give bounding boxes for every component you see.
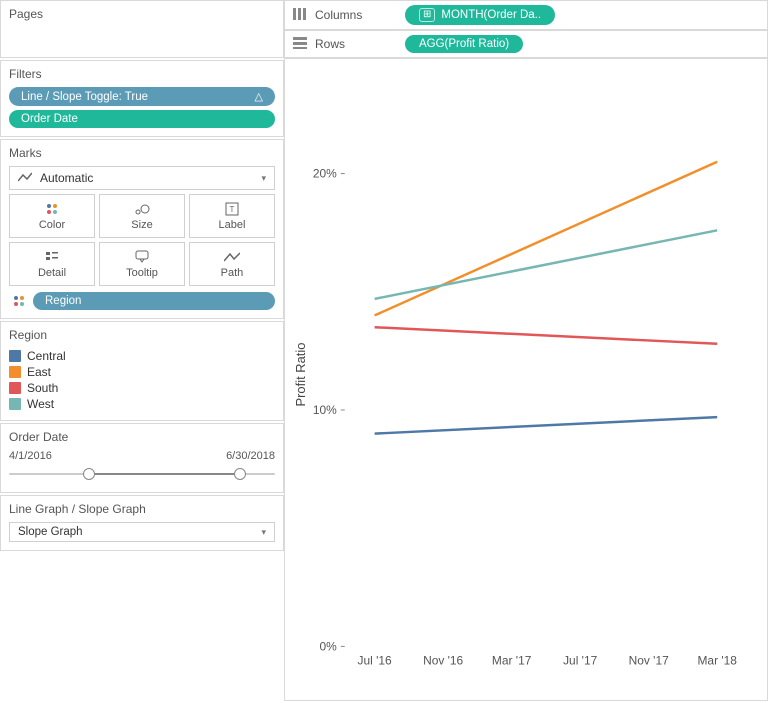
- columns-icon: [293, 8, 307, 23]
- slider-fill: [89, 473, 241, 475]
- filter-pill-label: Line / Slope Toggle: True: [21, 91, 148, 103]
- columns-shelf[interactable]: Columns ⊞ MONTH(Order Da..: [284, 0, 768, 30]
- svg-text:Jul '17: Jul '17: [563, 653, 597, 667]
- svg-text:Mar '17: Mar '17: [492, 653, 532, 667]
- filters-title: Filters: [1, 61, 283, 87]
- chart-viz[interactable]: 0% 10% 20% Jul '16 Nov '16 Mar '17 Jul '17 Nov …: [284, 58, 768, 701]
- size-icon: [134, 201, 150, 217]
- svg-text:T: T: [230, 205, 235, 214]
- legend-swatch: [9, 350, 21, 362]
- tooltip-icon: [135, 249, 149, 265]
- date-from: 4/1/2016: [9, 450, 52, 462]
- rows-label: Rows: [315, 37, 345, 51]
- detail-icon: [45, 249, 59, 265]
- legend-item-west[interactable]: West: [9, 396, 275, 412]
- legend-item-east[interactable]: East: [9, 364, 275, 380]
- date-filter-title: Order Date: [1, 424, 283, 450]
- marks-assign-pill: Region: [33, 292, 275, 310]
- rows-shelf[interactable]: Rows AGG(Profit Ratio): [284, 30, 768, 58]
- marks-btn-label: Color: [39, 219, 65, 231]
- legend-title: Region: [1, 322, 283, 348]
- pages-shelf[interactable]: Pages: [0, 0, 284, 58]
- slider-thumb-high[interactable]: [234, 468, 246, 480]
- filters-shelf[interactable]: Filters Line / Slope Toggle: True △ Orde…: [0, 60, 284, 137]
- legend-swatch: [9, 382, 21, 394]
- color-icon: [47, 201, 57, 217]
- legend-label: East: [27, 365, 51, 379]
- marks-type-selector[interactable]: Automatic ▾: [9, 166, 275, 190]
- marks-btn-label: Tooltip: [126, 267, 158, 279]
- marks-label-button[interactable]: T Label: [189, 194, 275, 238]
- rows-pill-label: AGG(Profit Ratio): [419, 38, 509, 50]
- legend-item-south[interactable]: South: [9, 380, 275, 396]
- path-icon: [224, 249, 240, 265]
- parameter-card: Line Graph / Slope Graph Slope Graph ▾: [0, 495, 284, 551]
- legend-swatch: [9, 366, 21, 378]
- chevron-down-icon: ▾: [261, 173, 266, 184]
- slider-thumb-low[interactable]: [83, 468, 95, 480]
- filter-pill-label: Order Date: [21, 113, 78, 125]
- svg-text:0%: 0%: [320, 639, 338, 653]
- date-to: 6/30/2018: [226, 450, 275, 462]
- legend-item-central[interactable]: Central: [9, 348, 275, 364]
- marks-color-button[interactable]: Color: [9, 194, 95, 238]
- marks-card: Marks Automatic ▾ Color: [0, 139, 284, 319]
- chevron-down-icon: ▾: [261, 527, 266, 538]
- legend-label: Central: [27, 349, 66, 363]
- marks-size-button[interactable]: Size: [99, 194, 185, 238]
- marks-btn-label: Size: [131, 219, 152, 231]
- columns-pill[interactable]: ⊞ MONTH(Order Da..: [405, 5, 555, 25]
- parameter-title: Line Graph / Slope Graph: [1, 496, 283, 522]
- legend-label: West: [27, 397, 54, 411]
- marks-tooltip-button[interactable]: Tooltip: [99, 242, 185, 286]
- chart-svg: 0% 10% 20% Jul '16 Nov '16 Mar '17 Jul '17 Nov …: [285, 59, 767, 700]
- marks-btn-label: Label: [219, 219, 246, 231]
- filter-pill-delta-icon: △: [255, 90, 263, 103]
- drill-icon: ⊞: [419, 8, 435, 22]
- filter-pill-toggle[interactable]: Line / Slope Toggle: True △: [9, 87, 275, 106]
- marks-type-value: Automatic: [40, 171, 93, 185]
- legend-label: South: [27, 381, 58, 395]
- filter-pill-orderdate[interactable]: Order Date: [9, 110, 275, 128]
- label-icon: T: [225, 201, 239, 217]
- pages-title: Pages: [1, 1, 283, 27]
- marks-btn-label: Path: [221, 267, 244, 279]
- marks-detail-button[interactable]: Detail: [9, 242, 95, 286]
- date-slider[interactable]: [9, 466, 275, 482]
- marks-path-button[interactable]: Path: [189, 242, 275, 286]
- svg-text:Profit Ratio: Profit Ratio: [293, 343, 308, 407]
- marks-btn-label: Detail: [38, 267, 66, 279]
- svg-text:Jul '16: Jul '16: [358, 653, 392, 667]
- line-type-icon: [18, 171, 32, 185]
- svg-text:Nov '17: Nov '17: [629, 653, 669, 667]
- svg-text:Nov '16: Nov '16: [423, 653, 463, 667]
- parameter-value: Slope Graph: [18, 526, 83, 538]
- marks-color-assignment[interactable]: Region: [9, 292, 275, 310]
- svg-text:Mar '18: Mar '18: [697, 653, 737, 667]
- legend-swatch: [9, 398, 21, 410]
- svg-text:20%: 20%: [313, 167, 337, 181]
- columns-label: Columns: [315, 8, 362, 22]
- columns-pill-label: MONTH(Order Da..: [441, 9, 541, 21]
- parameter-select[interactable]: Slope Graph ▾: [9, 522, 275, 542]
- rows-pill[interactable]: AGG(Profit Ratio): [405, 35, 523, 53]
- rows-icon: [293, 37, 307, 52]
- legend-card: Region Central East South West: [0, 321, 284, 421]
- color-icon: [9, 296, 29, 306]
- svg-text:10%: 10%: [313, 403, 337, 417]
- marks-title: Marks: [1, 140, 283, 166]
- date-filter-card: Order Date 4/1/2016 6/30/2018: [0, 423, 284, 493]
